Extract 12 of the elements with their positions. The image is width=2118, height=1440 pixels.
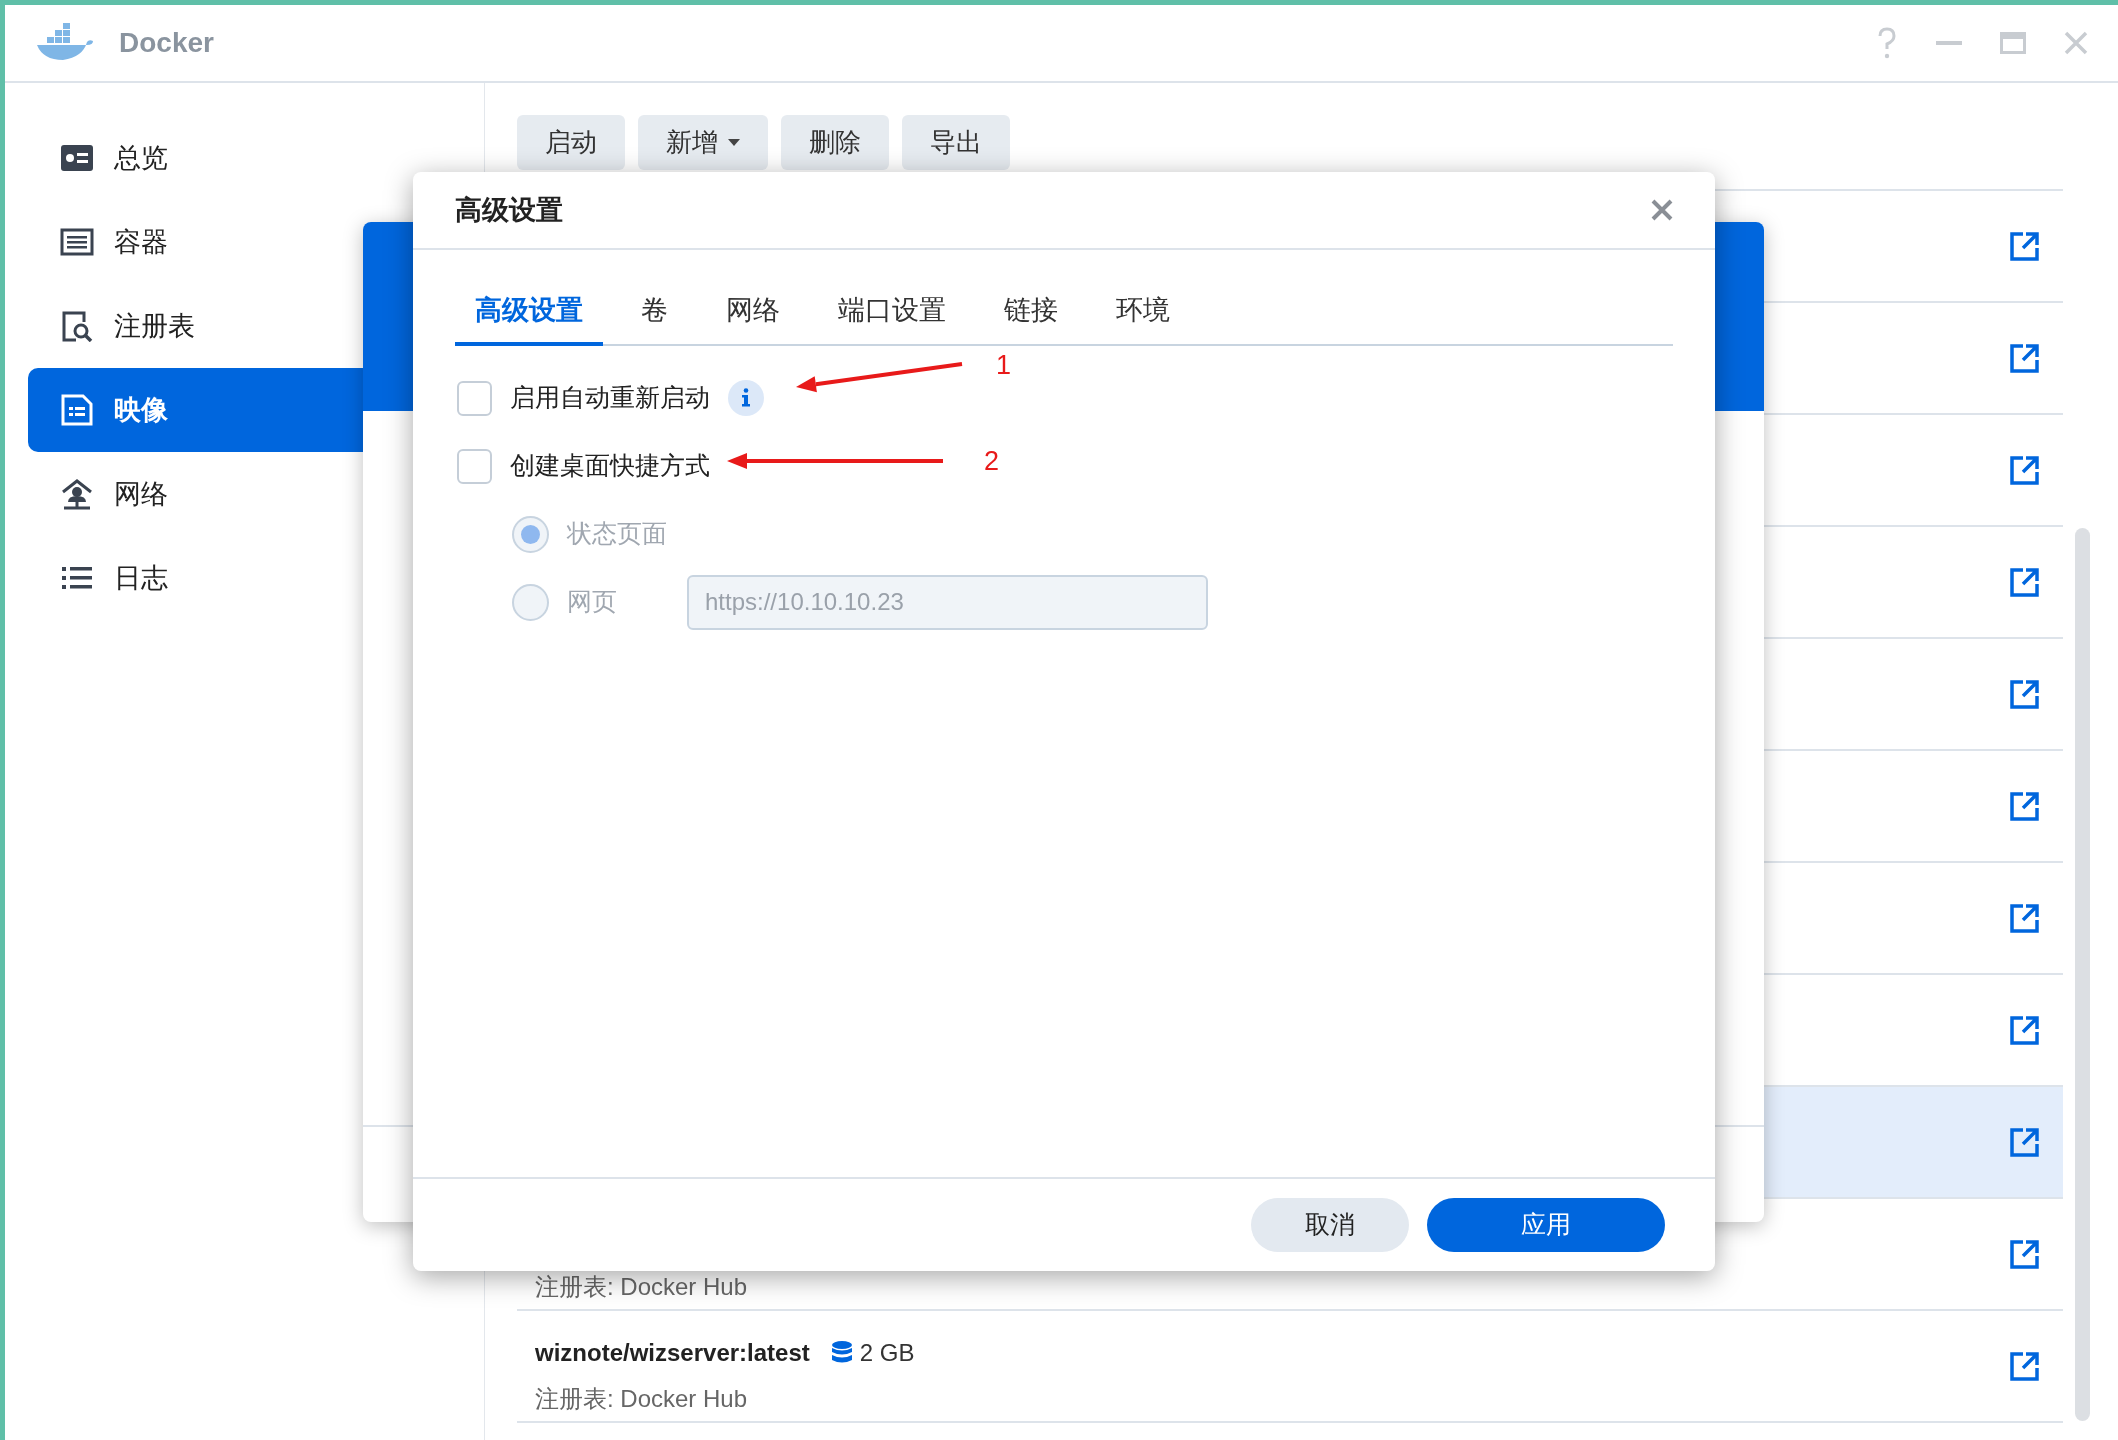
annotation-number: 1 — [996, 352, 1012, 379]
option-label: 启用自动重新启动 — [510, 382, 710, 414]
option-label: 网页 — [567, 586, 618, 618]
annotation-number: 2 — [984, 448, 1000, 475]
option-label: 状态页面 — [567, 518, 667, 550]
registry-label: 注册表: Docker Hub — [535, 1272, 749, 1302]
registry-label: 注册表: Docker Hub — [535, 1384, 749, 1414]
image-size: 2 GB — [859, 1338, 915, 1368]
dialog-title: 高级设置 — [455, 193, 563, 227]
window-title: Docker — [119, 26, 214, 60]
image-name: wiznote/wizserver:latest — [535, 1338, 810, 1368]
option-label: 创建桌面快捷方式 — [510, 450, 710, 482]
